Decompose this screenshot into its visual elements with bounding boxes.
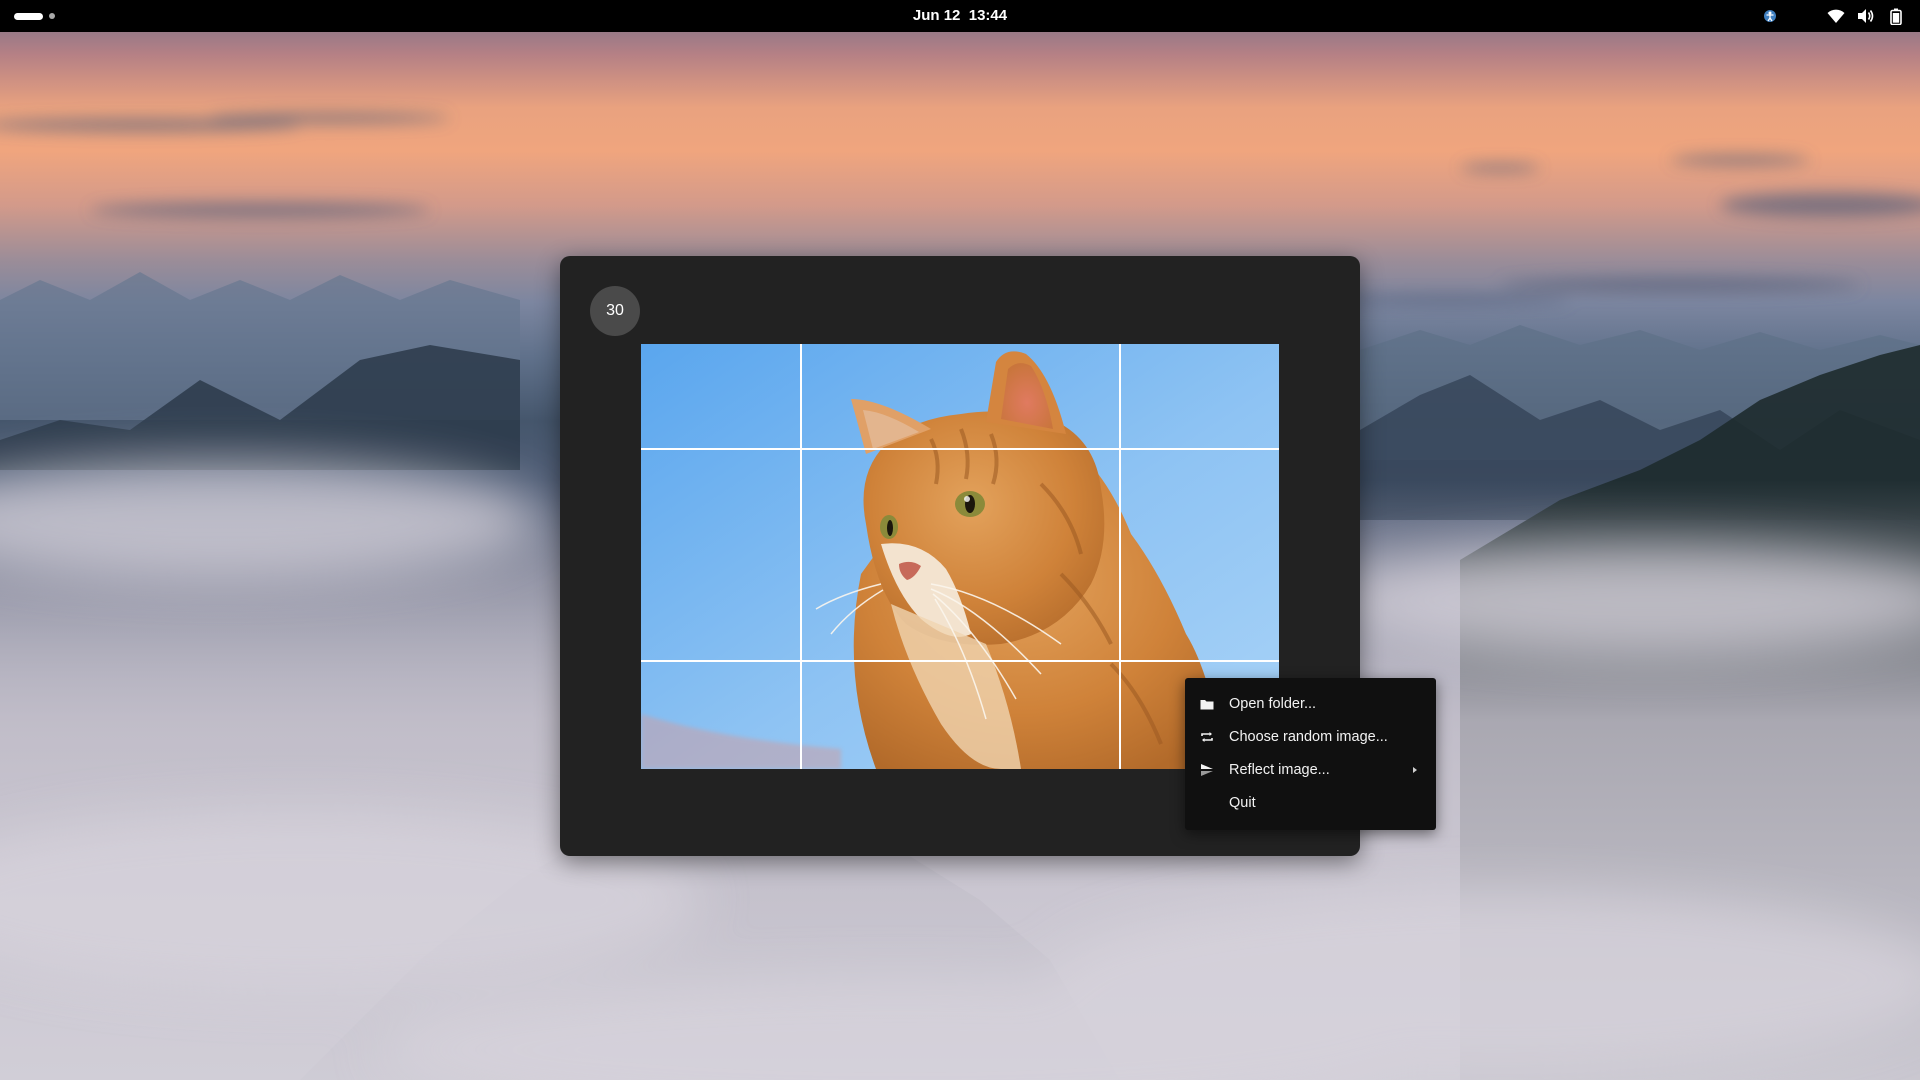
menu-item-label: Choose random image... xyxy=(1229,728,1388,745)
menu-item-quit[interactable]: Quit xyxy=(1185,786,1436,819)
system-tray[interactable] xyxy=(1760,0,1906,32)
volume-icon[interactable] xyxy=(1856,6,1876,26)
menu-item-open-folder[interactable]: Open folder... xyxy=(1185,687,1436,720)
menu-item-label: Reflect image... xyxy=(1229,761,1330,778)
menu-item-label: Open folder... xyxy=(1229,695,1317,712)
chevron-right-icon xyxy=(1413,767,1417,773)
menu-item-label: Quit xyxy=(1229,794,1256,811)
top-bar: Jun 12 13:44 xyxy=(0,0,1920,32)
menu-item-reflect-image[interactable]: Reflect image... xyxy=(1185,753,1436,786)
accessibility-icon[interactable] xyxy=(1760,6,1780,26)
shuffle-icon xyxy=(1199,729,1215,745)
photo-viewer[interactable] xyxy=(641,344,1279,769)
grid-line-horizontal xyxy=(641,448,1279,450)
desktop: Jun 12 13:44 30 Open folder... Choose ra… xyxy=(0,0,1920,1080)
clock-time: 13:44 xyxy=(968,7,1008,24)
clock: Jun 12 13:44 xyxy=(0,0,1920,32)
cat-photo xyxy=(641,344,1279,769)
grid-line-vertical xyxy=(800,344,802,769)
reflect-icon xyxy=(1199,762,1215,778)
workspace-indicator xyxy=(49,13,55,19)
clock-button[interactable]: Jun 12 13:44 xyxy=(913,7,1007,24)
battery-icon[interactable] xyxy=(1886,6,1906,26)
folder-icon xyxy=(1199,696,1215,712)
active-workspace-indicator xyxy=(14,12,43,20)
menu-item-choose-random-image[interactable]: Choose random image... xyxy=(1185,720,1436,753)
activities-button[interactable] xyxy=(14,9,55,23)
context-menu: Open folder... Choose random image... Re… xyxy=(1185,678,1436,830)
grid-line-vertical xyxy=(1119,344,1121,769)
countdown-badge: 30 xyxy=(590,286,640,336)
grid-line-horizontal xyxy=(641,660,1279,662)
clock-date: Jun 12 xyxy=(912,7,961,24)
wifi-icon[interactable] xyxy=(1826,6,1846,26)
